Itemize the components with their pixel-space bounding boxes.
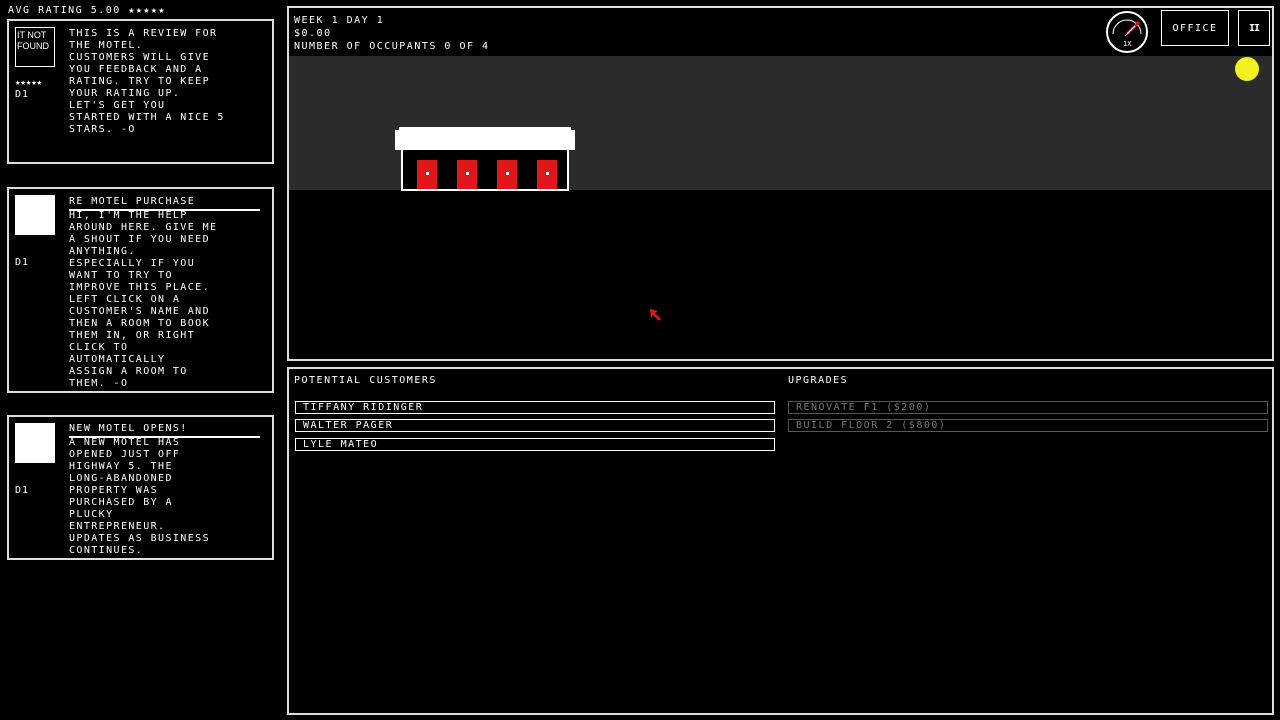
message-title: NEW MOTEL OPENS!: [69, 423, 260, 438]
sun: [1235, 57, 1259, 81]
sender-avatar: [15, 195, 55, 235]
review-stars: ★★★★★: [15, 78, 43, 88]
game-view[interactable]: WEEK 1 DAY 1 $0.00 NUMBER OF OCCUPANTS 0…: [287, 6, 1274, 361]
message-body: HI, I'M THE HELP AROUND HERE. GIVE ME A …: [69, 210, 218, 389]
avg-rating-header: AVG RATING 5.00 ★★★★★: [8, 5, 166, 16]
message-title: RE MOTEL PURCHASE: [69, 196, 260, 211]
sender-avatar: [15, 423, 55, 463]
message-card-review[interactable]: IT NOT FOUND ★★★★★ D1 THIS IS A REVIEW F…: [7, 19, 274, 164]
speed-dial-icon[interactable]: 1X: [1105, 10, 1149, 54]
pause-button[interactable]: II: [1238, 10, 1270, 46]
message-body: THIS IS A REVIEW FOR THE MOTEL. CUSTOMER…: [69, 28, 225, 135]
money-label: $0.00: [294, 28, 332, 39]
customer-row[interactable]: WALTER PAGER: [295, 419, 775, 432]
cursor-icon: [650, 309, 661, 321]
room-door-1[interactable]: [417, 160, 437, 189]
customer-row[interactable]: LYLE MATEO: [295, 438, 775, 451]
office-button[interactable]: OFFICE: [1161, 10, 1229, 46]
message-day: D1: [15, 485, 30, 496]
message-card-purchase[interactable]: D1 RE MOTEL PURCHASE HI, I'M THE HELP AR…: [7, 187, 274, 393]
speed-dial-label: 1X: [1123, 40, 1132, 48]
upgrade-row-build-floor[interactable]: BUILD FLOOR 2 ($800): [788, 419, 1268, 432]
message-card-news[interactable]: D1 NEW MOTEL OPENS! A NEW MOTEL HAS OPEN…: [7, 415, 274, 560]
motel-building[interactable]: [395, 127, 575, 192]
reviewer-image: IT NOT FOUND: [15, 27, 55, 67]
room-door-3[interactable]: [497, 160, 517, 189]
bottom-panel: POTENTIAL CUSTOMERS TIFFANY RIDINGER WAL…: [287, 367, 1274, 715]
occupants-label: NUMBER OF OCCUPANTS 0 OF 4: [294, 41, 490, 52]
upgrades-title: UPGRADES: [788, 375, 849, 386]
message-day: D1: [15, 89, 30, 100]
room-door-2[interactable]: [457, 160, 477, 189]
customer-row[interactable]: TIFFANY RIDINGER: [295, 401, 775, 414]
customers-title: POTENTIAL CUSTOMERS: [294, 375, 437, 386]
motel-floor-1[interactable]: [401, 150, 569, 191]
motel-roof: [395, 130, 575, 150]
message-day: D1: [15, 257, 30, 268]
message-body: A NEW MOTEL HAS OPENED JUST OFF HIGHWAY …: [69, 437, 210, 556]
room-door-4[interactable]: [537, 160, 557, 189]
hud-info: WEEK 1 DAY 1 $0.00 NUMBER OF OCCUPANTS 0…: [294, 14, 490, 53]
upgrade-row-renovate[interactable]: RENOVATE F1 ($200): [788, 401, 1268, 414]
week-day-label: WEEK 1 DAY 1: [294, 15, 385, 26]
